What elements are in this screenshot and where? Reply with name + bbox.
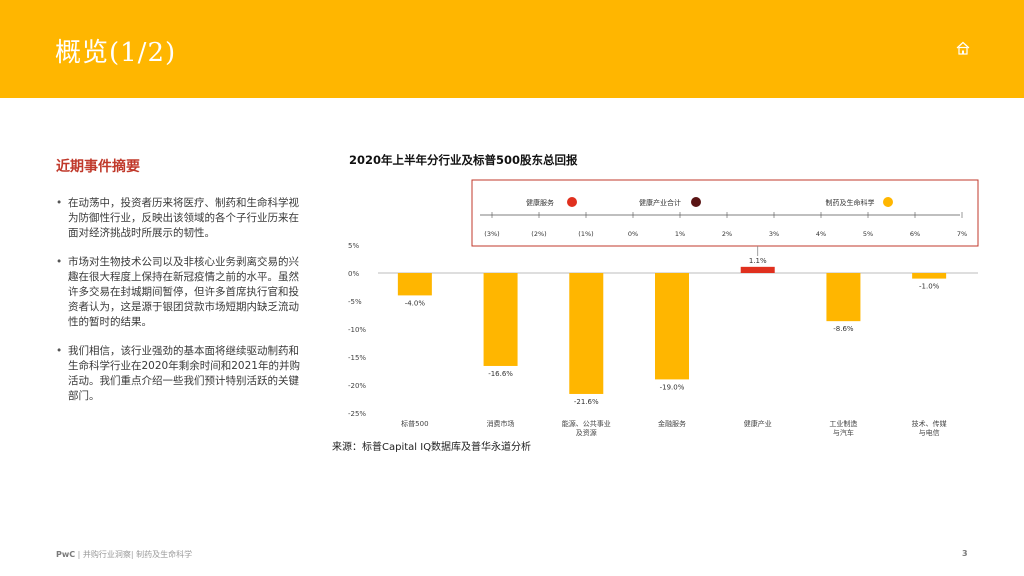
inset-legend-dot (691, 197, 701, 207)
bar-value-label: 1.1% (749, 257, 767, 265)
inset-axis-label: (1%) (578, 230, 593, 238)
y-tick-label: -20% (348, 382, 366, 390)
bar (826, 273, 861, 322)
bullet-list: 在动荡中，投资者历来将医疗、制药和生命科学视为防御性行业，反映出该领域的各个子行… (56, 196, 308, 418)
inset-axis-label: 6% (910, 230, 920, 238)
section-title: 近期事件摘要 (56, 159, 140, 175)
bar (740, 266, 775, 273)
category-label: 消费市场 (487, 419, 515, 428)
inset-legend-dot (567, 197, 577, 207)
chart-title: 2020年上半年分行业及标普500股东总回报 (349, 153, 578, 167)
y-tick-label: -5% (348, 298, 362, 306)
bullet-item: 我们相信，该行业强劲的基本面将继续驱动制药和生命科学行业在2020年剩余时间和2… (56, 344, 308, 404)
inset-axis-label: (3%) (484, 230, 499, 238)
category-label: 能源、公共事业及资源 (562, 419, 611, 437)
bar-value-label: -21.6% (574, 398, 599, 406)
bar (397, 273, 432, 296)
y-tick-label: -25% (348, 410, 366, 418)
home-icon[interactable] (955, 40, 971, 56)
bar-value-label: -8.6% (833, 325, 854, 333)
category-label: 技术、传媒与电信 (912, 419, 947, 437)
bar (569, 273, 604, 394)
inset-legend-label: 健康服务 (526, 198, 554, 207)
inset-legend-label: 健康产业合计 (639, 198, 681, 207)
inset-axis-label: 5% (863, 230, 873, 238)
category-label: 标普500 (401, 419, 428, 428)
bar (655, 273, 689, 380)
footer: PwC | 并购行业洞察| 制药及生命科学 (56, 549, 192, 560)
page-number: 3 (962, 549, 968, 558)
page-title: 概览(1/2) (55, 38, 177, 68)
y-tick-label: 5% (348, 242, 359, 250)
bar (483, 273, 518, 366)
inset-axis-label: 4% (816, 230, 826, 238)
bar-value-label: -16.6% (488, 370, 513, 378)
source-note: 来源：标普Capital IQ数据库及普华永道分析 (332, 442, 532, 453)
category-label: 工业制造与汽车 (829, 419, 857, 437)
bar (912, 273, 947, 279)
bar-value-label: -1.0% (919, 283, 940, 291)
inset-legend-dot (883, 197, 893, 207)
bar-value-label: -4.0% (405, 299, 426, 307)
inset-axis-label: 2% (722, 230, 732, 238)
inset-axis-label: 0% (628, 230, 638, 238)
inset-axis-label: 7% (957, 230, 967, 238)
inset-legend-label: 制药及生命科学 (826, 198, 875, 207)
footer-text: | 并购行业洞察| 制药及生命科学 (75, 550, 193, 559)
inset-axis-label: 3% (769, 230, 779, 238)
inset-axis-label: (2%) (531, 230, 546, 238)
category-label: 金融服务 (658, 419, 686, 428)
header-bar: 概览(1/2) (0, 0, 1024, 98)
y-tick-label: -10% (348, 326, 366, 334)
bar-value-label: -19.0% (660, 383, 685, 391)
y-tick-label: -15% (348, 354, 366, 362)
bullet-item: 市场对生物技术公司以及非核心业务剥离交易的兴趣在很大程度上保持在新冠疫情之前的水… (56, 255, 308, 330)
returns-bar-chart: 5% 0% -5% -10% -15% -20% -25% -4.0% 标普500 -16.6% 消… (348, 179, 979, 437)
y-tick-label: 0% (348, 270, 359, 278)
bullet-item: 在动荡中，投资者历来将医疗、制药和生命科学视为防御性行业，反映出该领域的各个子行… (56, 196, 308, 241)
inset-axis-label: 1% (675, 230, 685, 238)
footer-brand: PwC (56, 550, 76, 559)
category-label: 健康产业 (744, 419, 772, 428)
